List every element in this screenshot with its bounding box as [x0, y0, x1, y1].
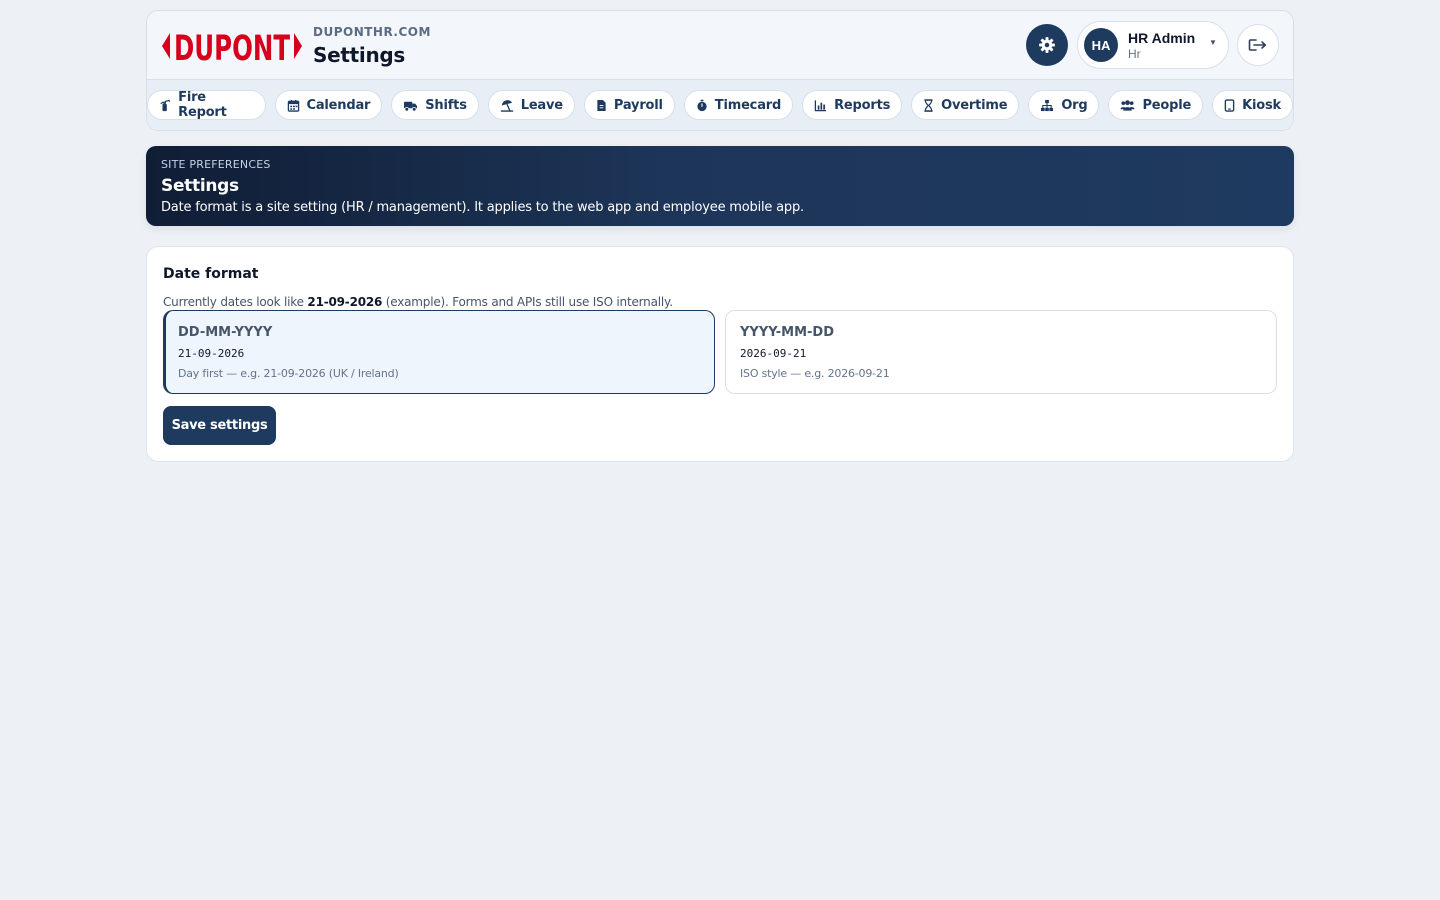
receipt-icon [597, 99, 606, 111]
option-dd-mm-yyyy[interactable]: DD-MM-YYYY 21-09-2026 Day first — e.g. 2… [163, 310, 715, 394]
nav-shifts[interactable]: Shifts [391, 90, 479, 120]
date-format-note: Currently dates look like 21-09-2026 (ex… [163, 295, 673, 309]
sitemap-icon [1041, 99, 1054, 111]
page-hero: SITE PREFERENCES Settings Date format is… [146, 146, 1294, 226]
site-block: DUPONTHR.COM Settings [313, 25, 431, 67]
umbrella-beach-icon [500, 99, 513, 112]
user-role: Hr [1128, 47, 1141, 61]
date-format-card: Date format Currently dates look like 21… [146, 246, 1294, 462]
nav-kiosk[interactable]: Kiosk [1212, 90, 1293, 120]
nav-label: Calendar [306, 97, 371, 113]
bar-chart-icon [814, 99, 827, 111]
stopwatch-icon [697, 99, 707, 111]
nav-payroll[interactable]: Payroll [583, 90, 675, 120]
nav-leave[interactable]: Leave [487, 90, 575, 120]
nav-people[interactable]: People [1108, 90, 1204, 120]
top-bar: DUPONT DUPONTHR.COM Settings HA HR Admin… [146, 10, 1294, 131]
note-prefix: Currently dates look like [163, 295, 308, 309]
hero-title: Settings [161, 176, 239, 196]
logout-button[interactable] [1237, 24, 1279, 66]
nav-label: Reports [834, 97, 891, 113]
nav-label: People [1142, 97, 1192, 113]
option-sample: 2026-09-21 [740, 347, 807, 360]
user-menu[interactable]: HA HR Admin Hr ▼ [1077, 21, 1229, 69]
truck-icon [404, 101, 418, 111]
nav-label: Overtime [941, 97, 1008, 113]
hourglass-icon [924, 98, 933, 112]
dupont-logo[interactable]: DUPONT [161, 25, 303, 67]
nav-reports[interactable]: Reports [802, 90, 903, 120]
nav-timecard[interactable]: Timecard [683, 90, 794, 120]
option-description: ISO style — e.g. 2026-09-21 [740, 367, 890, 380]
nav-label: Org [1061, 97, 1088, 113]
note-example: 21-09-2026 [307, 295, 383, 309]
hero-description: Date format is a site setting (HR / mana… [161, 200, 804, 215]
nav-org[interactable]: Org [1028, 90, 1100, 120]
brand-wordmark: DUPONT [174, 29, 290, 67]
nav-calendar[interactable]: Calendar [274, 90, 383, 120]
nav-fire-report[interactable]: Fire Report [147, 90, 266, 120]
option-sample: 21-09-2026 [178, 347, 245, 360]
caret-down-icon: ▼ [1209, 38, 1217, 47]
option-yyyy-mm-dd[interactable]: YYYY-MM-DD 2026-09-21 ISO style — e.g. 2… [725, 310, 1277, 394]
nav-label: Timecard [714, 97, 782, 113]
section-title: Date format [163, 266, 259, 282]
site-domain: DUPONTHR.COM [313, 25, 431, 39]
logout-icon [1248, 39, 1267, 51]
option-label: YYYY-MM-DD [740, 325, 834, 340]
option-label: DD-MM-YYYY [178, 325, 273, 340]
nav-label: Kiosk [1242, 97, 1281, 113]
avatar: HA [1084, 28, 1118, 62]
nav-label: Fire Report [178, 90, 227, 120]
tablet-icon [1224, 98, 1235, 112]
page-title: Settings [313, 43, 406, 67]
save-settings-button[interactable]: Save settings [163, 406, 276, 445]
settings-button[interactable] [1026, 24, 1068, 66]
nav-overtime[interactable]: Overtime [911, 90, 1020, 120]
nav-label: Payroll [613, 97, 663, 113]
user-name: HR Admin [1128, 30, 1196, 46]
main-nav: Fire Report Calendar Shifts Leave Payrol… [147, 80, 1293, 130]
header: DUPONT DUPONTHR.COM Settings HA HR Admin… [147, 11, 1293, 80]
calendar-icon [287, 99, 299, 112]
option-description: Day first — e.g. 21-09-2026 (UK / Irelan… [178, 367, 399, 380]
nav-label: Leave [520, 97, 563, 113]
fire-extinguisher-icon [160, 99, 170, 111]
nav-label: Shifts [425, 97, 467, 113]
users-icon [1121, 99, 1135, 111]
hero-kicker: SITE PREFERENCES [161, 158, 271, 171]
note-suffix: (example). Forms and APIs still use ISO … [382, 295, 673, 309]
gear-icon [1039, 37, 1055, 53]
